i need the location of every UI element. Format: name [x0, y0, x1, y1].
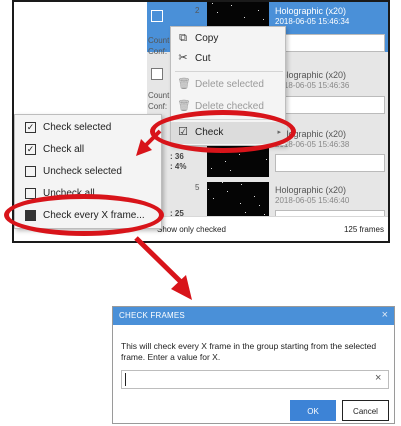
dialog-message: This will check every X frame in the gro… — [121, 341, 377, 362]
dialog-title: CHECK FRAMES — [119, 311, 185, 320]
close-icon[interactable]: × — [382, 309, 388, 321]
dialog-header: CHECK FRAMES × — [113, 307, 394, 325]
check-frames-dialog: CHECK FRAMES × This will check every X f… — [112, 306, 395, 424]
arrow-line-to-dialog — [134, 236, 184, 285]
clear-input-icon[interactable]: × — [375, 372, 381, 384]
x-value-input[interactable] — [121, 370, 389, 389]
arrow-line-to-submenu — [144, 129, 162, 147]
cancel-button[interactable]: Cancel — [342, 400, 389, 421]
ok-button[interactable]: OK — [290, 400, 336, 421]
text-cursor — [125, 373, 126, 386]
